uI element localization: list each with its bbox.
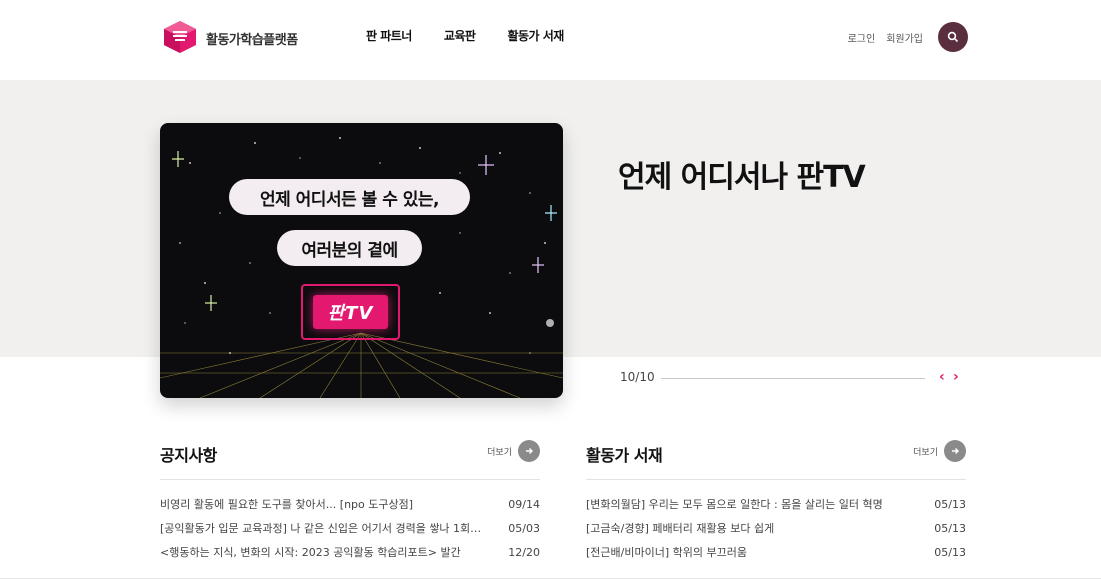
login-link[interactable]: 로그인: [848, 30, 876, 45]
list-item[interactable]: [변화의월담] 우리는 모두 몸으로 일한다 : 몸을 살리는 일터 혁명 05/…: [586, 492, 966, 516]
hero-card-line1: 언제 어디서든 볼 수 있는,: [229, 179, 470, 215]
library-more-button[interactable]: 더보기: [913, 440, 966, 462]
logo-text: 활동가학습플랫폼: [206, 32, 298, 48]
logo-icon: [164, 21, 196, 53]
bottom-border: [0, 578, 1101, 579]
search-button[interactable]: [938, 22, 968, 52]
slide-progress-line: [661, 378, 925, 379]
slide-counter: 10/10: [620, 370, 655, 384]
notice-board-header: 공지사항 더보기: [160, 440, 540, 480]
list-item[interactable]: 비영리 활동에 필요한 도구를 찾아서... [npo 도구상점] 09/14: [160, 492, 540, 516]
main-nav: 판 파트너 교육판 활동가 서재: [366, 27, 564, 44]
slide-next-button[interactable]: ›: [953, 369, 959, 385]
hero-card-line2: 여러분의 곁에: [277, 230, 422, 266]
library-list: [변화의월담] 우리는 모두 몸으로 일한다 : 몸을 살리는 일터 혁명 05/…: [586, 492, 966, 564]
list-item[interactable]: [고금숙/경향] 페배터리 재활용 보다 쉽게 05/13: [586, 516, 966, 540]
notice-board-title: 공지사항: [160, 446, 217, 465]
signup-link[interactable]: 회원가입: [886, 30, 923, 45]
arrow-right-icon: [518, 440, 540, 462]
pantv-badge: 판TV: [301, 284, 400, 340]
library-board-header: 활동가 서재 더보기: [586, 440, 966, 480]
list-item[interactable]: [전근배/비마이너] 학위의 부끄러움 05/13: [586, 540, 966, 564]
site-header: 활동가학습플랫폼 판 파트너 교육판 활동가 서재 로그인 회원가입: [0, 0, 1101, 80]
notice-more-button[interactable]: 더보기: [487, 440, 540, 462]
site-logo[interactable]: 활동가학습플랫폼: [160, 18, 298, 58]
list-item[interactable]: <행동하는 지식, 변화의 시작: 2023 공익활동 학습리포트> 발간 12/…: [160, 540, 540, 564]
nav-item-education[interactable]: 교육판: [444, 27, 476, 44]
notice-list: 비영리 활동에 필요한 도구를 찾아서... [npo 도구상점] 09/14 […: [160, 492, 540, 564]
library-board-title: 활동가 서재: [586, 446, 663, 465]
nav-item-pan-partner[interactable]: 판 파트너: [366, 27, 412, 44]
hero-title: 언제 어디서나 판TV: [618, 160, 866, 195]
slide-prev-button[interactable]: ‹: [939, 369, 945, 385]
search-icon: [947, 31, 959, 43]
more-label: 더보기: [913, 447, 938, 458]
pantv-badge-label: 판TV: [313, 295, 388, 329]
nav-item-activist-library[interactable]: 활동가 서재: [507, 27, 564, 44]
list-item[interactable]: [공익활동가 입문 교육과정] 나 같은 신입은 어기서 경력을 쌓나 1회… 0…: [160, 516, 540, 540]
library-board: 활동가 서재 더보기 [변화의월담] 우리는 모두 몸으로 일한다 : 몸을 살…: [586, 440, 966, 564]
utility-menu: 로그인 회원가입: [848, 22, 968, 52]
arrow-right-icon: [944, 440, 966, 462]
notice-board: 공지사항 더보기 비영리 활동에 필요한 도구를 찾아서... [npo 도구상…: [160, 440, 540, 564]
more-label: 더보기: [487, 447, 512, 458]
hero-slide-image[interactable]: 언제 어디서든 볼 수 있는, 여러분의 곁에 판TV: [160, 123, 563, 398]
